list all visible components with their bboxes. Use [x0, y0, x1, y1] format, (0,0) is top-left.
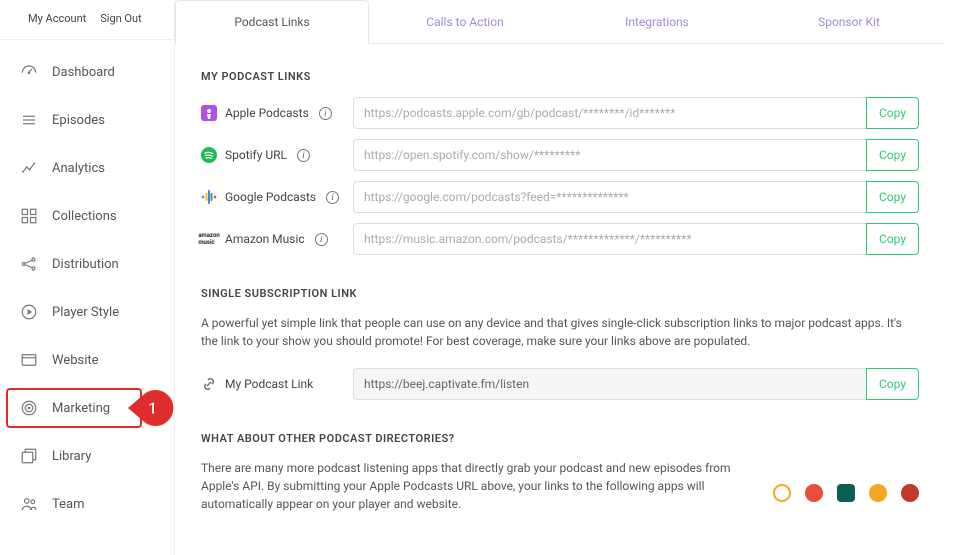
sidebar-item-label: Collections	[52, 209, 117, 224]
spotify-icon	[201, 147, 217, 163]
sidebar-item-label: Team	[52, 497, 85, 512]
marketing-icon	[20, 399, 38, 417]
tab-podcast-links[interactable]: Podcast Links	[175, 0, 369, 44]
player-style-icon	[20, 303, 38, 321]
my-account-link[interactable]: My Account	[28, 12, 86, 25]
single-subscription-title: SINGLE SUBSCRIPTION LINK	[201, 287, 919, 300]
episodes-icon	[20, 111, 38, 129]
sidebar-item-label: Dashboard	[52, 65, 115, 80]
sidebar-item-distribution[interactable]: Distribution	[0, 240, 174, 288]
sidebar-item-label: Episodes	[52, 113, 105, 128]
directory-app-icon	[805, 484, 823, 502]
tab-sponsor-kit[interactable]: Sponsor Kit	[753, 0, 945, 43]
collections-icon	[20, 207, 38, 225]
copy-button[interactable]: Copy	[866, 223, 919, 255]
distribution-icon	[20, 255, 38, 273]
sidebar-item-collections[interactable]: Collections	[0, 192, 174, 240]
library-icon	[20, 447, 38, 465]
single-subscription-body: A powerful yet simple link that people c…	[201, 314, 919, 350]
info-icon[interactable]: i	[315, 233, 328, 246]
tab-integrations[interactable]: Integrations	[561, 0, 753, 43]
website-icon	[20, 351, 38, 369]
sidebar-item-website[interactable]: Website	[0, 336, 174, 384]
google-podcasts-icon	[201, 189, 217, 205]
sidebar-item-team[interactable]: Team	[0, 480, 174, 528]
sidebar-item-episodes[interactable]: Episodes	[0, 96, 174, 144]
amazon-music-icon: amazonmusic	[201, 231, 217, 247]
service-row-spotify: Spotify URL i Copy	[201, 139, 919, 171]
service-label: Google Podcasts	[225, 190, 316, 204]
my-podcast-links-title: MY PODCAST LINKS	[201, 70, 919, 83]
service-row-google: Google Podcasts i Copy	[201, 181, 919, 213]
analytics-icon	[20, 159, 38, 177]
service-label: Spotify URL	[225, 148, 287, 162]
apple-podcasts-icon	[201, 105, 217, 121]
service-row-apple: Apple Podcasts i Copy	[201, 97, 919, 129]
sidebar-item-label: Distribution	[52, 257, 119, 272]
google-podcasts-input[interactable]	[353, 181, 866, 213]
service-row-amazon: amazonmusic Amazon Music i Copy	[201, 223, 919, 255]
info-icon[interactable]: i	[297, 149, 310, 162]
apple-podcasts-input[interactable]	[353, 97, 866, 129]
sidebar-item-analytics[interactable]: Analytics	[0, 144, 174, 192]
dashboard-icon	[20, 63, 38, 81]
other-directories-title: WHAT ABOUT OTHER PODCAST DIRECTORIES?	[201, 432, 919, 445]
copy-button[interactable]: Copy	[866, 139, 919, 171]
directory-app-icon	[837, 484, 855, 502]
sidebar-item-label: Analytics	[52, 161, 105, 176]
copy-button[interactable]: Copy	[866, 97, 919, 129]
link-icon	[201, 376, 217, 392]
service-label: Apple Podcasts	[225, 106, 309, 120]
directory-app-icon	[869, 484, 887, 502]
directory-icons	[773, 459, 919, 513]
my-podcast-link-row: My Podcast Link Copy	[201, 368, 919, 400]
sidebar-item-label: Website	[52, 353, 99, 368]
service-label: My Podcast Link	[225, 377, 313, 391]
directory-app-icon	[773, 484, 791, 502]
amazon-music-input[interactable]	[353, 223, 866, 255]
sidebar-item-label: Library	[52, 449, 91, 464]
tab-calls-to-action[interactable]: Calls to Action	[369, 0, 561, 43]
sidebar-item-marketing[interactable]: Marketing 1	[0, 384, 174, 432]
my-podcast-link-input[interactable]	[353, 368, 866, 400]
sidebar-item-label: Player Style	[52, 305, 119, 320]
sidebar-item-library[interactable]: Library	[0, 432, 174, 480]
annotation-number: 1	[148, 399, 157, 418]
directory-app-icon	[901, 484, 919, 502]
sidebar-item-label: Marketing	[52, 401, 110, 416]
team-icon	[20, 495, 38, 513]
service-label: Amazon Music	[225, 232, 305, 246]
info-icon[interactable]: i	[319, 107, 332, 120]
sidebar-item-player-style[interactable]: Player Style	[0, 288, 174, 336]
spotify-input[interactable]	[353, 139, 866, 171]
copy-button[interactable]: Copy	[866, 368, 919, 400]
sign-out-link[interactable]: Sign Out	[100, 12, 141, 25]
copy-button[interactable]: Copy	[866, 181, 919, 213]
other-directories-body: There are many more podcast listening ap…	[201, 459, 753, 513]
sidebar-item-dashboard[interactable]: Dashboard	[0, 48, 174, 96]
info-icon[interactable]: i	[326, 191, 339, 204]
